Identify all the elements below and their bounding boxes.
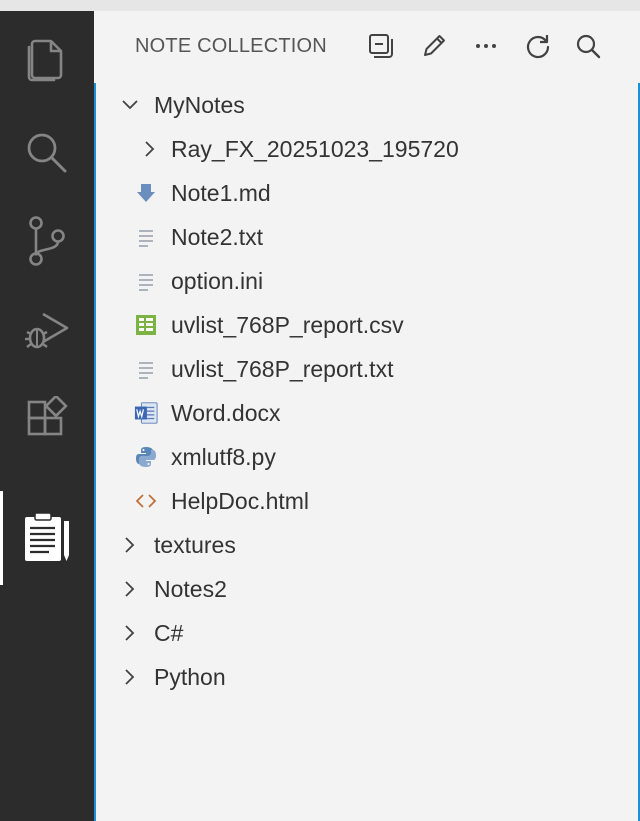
chevron-right-icon: [125, 625, 135, 641]
tree-label: option.ini: [171, 268, 264, 294]
source-control-icon: [29, 216, 65, 266]
tree-folder-python[interactable]: Python: [96, 655, 638, 699]
markdown-icon: [134, 181, 158, 205]
window-top-strip: [0, 0, 640, 11]
search-icon: [27, 133, 67, 173]
more-actions-button[interactable]: [470, 30, 502, 62]
chevron-down-icon: [122, 100, 138, 110]
tree-label: Note2.txt: [171, 224, 264, 250]
tree-folder-notes2[interactable]: Notes2: [96, 567, 638, 611]
source-control-button[interactable]: [0, 197, 94, 285]
chevron-right-icon: [145, 141, 155, 157]
html-icon: [134, 489, 158, 513]
chevron-right-icon: [125, 581, 135, 597]
text-file-icon: [134, 357, 158, 381]
tree-file-uvlist-txt[interactable]: uvlist_768P_report.txt: [96, 347, 638, 391]
tree-label: Note1.md: [171, 180, 271, 206]
edit-button[interactable]: [418, 30, 450, 62]
search-view-button[interactable]: [0, 109, 94, 197]
tree-file-word-docx[interactable]: Word.docx: [96, 391, 638, 435]
note-tree: MyNotes Ray_FX_20251023_195720 Note1.md: [94, 83, 640, 821]
tree-label: Word.docx: [171, 400, 281, 426]
text-file-icon: [134, 225, 158, 249]
tree-file-xmlutf8-py[interactable]: xmlutf8.py: [96, 435, 638, 479]
files-icon: [27, 39, 63, 82]
note-collection-panel: NOTE COLLECTION MyNotes Ray_FX_20251023_…: [94, 11, 640, 821]
panel-header: NOTE COLLECTION: [94, 11, 640, 83]
extensions-icon: [27, 396, 68, 436]
explorer-button[interactable]: [0, 15, 94, 103]
collapse-all-button[interactable]: [365, 30, 397, 62]
edit-icon: [424, 35, 445, 56]
refresh-icon: [526, 35, 550, 59]
tree-folder-csharp[interactable]: C#: [96, 611, 638, 655]
tree-file-uvlist-csv[interactable]: uvlist_768P_report.csv: [96, 303, 638, 347]
chevron-right-icon: [125, 537, 135, 553]
tree-label: uvlist_768P_report.txt: [171, 356, 394, 382]
tree-file-option-ini[interactable]: option.ini: [96, 259, 638, 303]
search-notes-button[interactable]: [572, 30, 604, 62]
csv-icon: [134, 313, 158, 337]
more-icon: [476, 44, 496, 48]
tree-label: HelpDoc.html: [171, 488, 310, 514]
tree-file-note1-md[interactable]: Note1.md: [96, 171, 638, 215]
tree-label: Ray_FX_20251023_195720: [171, 136, 459, 162]
activity-bar: [0, 11, 94, 821]
tree-folder-mynotes[interactable]: MyNotes: [96, 83, 638, 127]
chevron-right-icon: [125, 669, 135, 685]
tree-label: xmlutf8.py: [171, 444, 276, 470]
tree-file-note2-txt[interactable]: Note2.txt: [96, 215, 638, 259]
run-debug-button[interactable]: [0, 287, 94, 375]
tree-file-helpdoc-html[interactable]: HelpDoc.html: [96, 479, 638, 523]
tree-label: uvlist_768P_report.csv: [171, 312, 404, 338]
tree-label: textures: [154, 532, 236, 558]
text-file-icon: [134, 269, 158, 293]
note-collection-button[interactable]: [0, 491, 94, 585]
tree-folder-textures[interactable]: textures: [96, 523, 638, 567]
tree-label: MyNotes: [154, 92, 245, 118]
search-icon: [576, 34, 601, 59]
word-icon: [134, 401, 158, 425]
collapse-all-icon: [369, 34, 393, 58]
tree-label: C#: [154, 620, 184, 646]
notepad-icon: [25, 512, 69, 561]
refresh-button[interactable]: [522, 30, 554, 62]
tree-folder-ray-fx[interactable]: Ray_FX_20251023_195720: [96, 127, 638, 171]
run-debug-icon: [25, 312, 69, 349]
tree-label: Python: [154, 664, 226, 690]
panel-title: NOTE COLLECTION: [135, 35, 327, 57]
tree-label: Notes2: [154, 576, 227, 602]
extensions-button[interactable]: [0, 375, 94, 463]
python-icon: [134, 445, 158, 469]
